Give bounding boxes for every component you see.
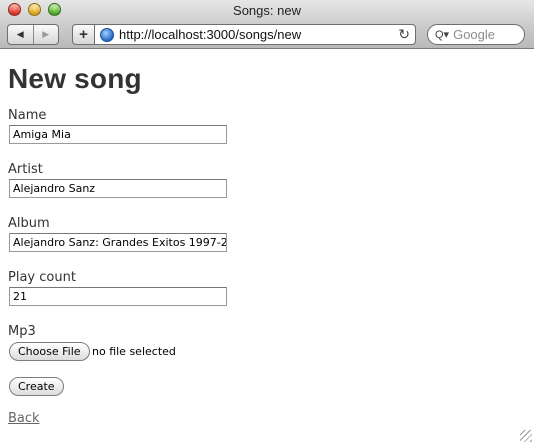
add-bookmark-button[interactable]: + — [72, 24, 94, 45]
search-icon[interactable]: Q▾ — [435, 28, 449, 41]
address-text[interactable]: http://localhost:3000/songs/new — [119, 27, 301, 42]
artist-label: Artist — [8, 162, 43, 177]
resize-grip-icon[interactable] — [520, 430, 532, 442]
window-title: Songs: new — [233, 3, 301, 18]
address-bar[interactable]: http://localhost:3000/songs/new ↻ — [94, 24, 416, 45]
file-status-text: no file selected — [92, 345, 176, 358]
history-nav: ◀ ▶ — [7, 24, 59, 45]
reload-icon[interactable]: ↻ — [398, 26, 410, 43]
album-label: Album — [8, 216, 50, 231]
play-count-label: Play count — [8, 270, 76, 285]
mp3-label: Mp3 — [8, 324, 36, 339]
artist-input[interactable]: Alejandro Sanz — [9, 179, 227, 198]
album-input[interactable]: Alejandro Sanz: Grandes Exitos 1997-2 — [9, 233, 227, 252]
back-link[interactable]: Back — [8, 411, 40, 426]
name-input[interactable]: Amiga Mia — [9, 125, 227, 144]
browser-chrome: Songs: new ◀ ▶ + http://localhost:3000/s… — [0, 0, 534, 49]
create-button[interactable]: Create — [9, 377, 64, 396]
page-title: New song — [8, 63, 142, 94]
page-content: New song Name Amiga Mia Artist Alejandro… — [0, 50, 534, 444]
search-placeholder: Google — [453, 27, 495, 42]
forward-arrow-icon[interactable]: ▶ — [32, 25, 59, 44]
back-arrow-icon[interactable]: ◀ — [8, 25, 33, 44]
play-count-input[interactable]: 21 — [9, 287, 227, 306]
choose-file-button[interactable]: Choose File — [9, 342, 90, 361]
search-field[interactable]: Q▾ Google — [427, 24, 525, 45]
name-label: Name — [8, 108, 47, 123]
globe-icon — [100, 27, 114, 42]
browser-window: Songs: new ◀ ▶ + http://localhost:3000/s… — [0, 0, 534, 444]
